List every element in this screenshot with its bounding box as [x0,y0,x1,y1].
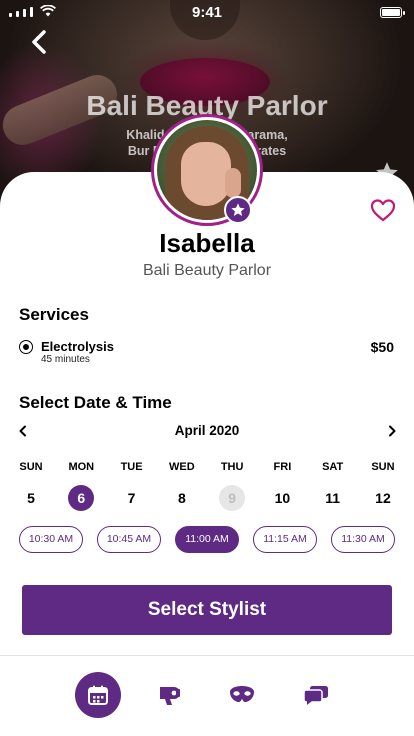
service-duration: 45 minutes [41,354,90,365]
day-column: FRI 10 [257,461,307,511]
favorite-button[interactable] [370,198,396,222]
hair-dryer-icon [160,687,180,705]
time-slot-list: 10:30 AM 10:45 AM 11:00 AM 11:15 AM 11:3… [19,526,395,553]
time-slot-selected[interactable]: 11:00 AM [175,526,239,553]
service-name[interactable]: Electrolysis [41,339,114,354]
weekday-label: FRI [273,461,292,473]
day-column: SUN 5 [6,461,56,511]
battery-icon [380,7,405,18]
time-slot[interactable]: 10:30 AM [19,526,83,553]
time-slot[interactable]: 11:15 AM [253,526,317,553]
nav-calendar[interactable] [75,672,121,718]
date-option[interactable]: 7 [119,485,145,511]
day-column: WED 8 [157,461,207,511]
stylist-photo-hand [225,168,241,198]
day-column: SAT 11 [308,461,358,511]
weekday-label: SUN [371,461,395,473]
day-column: MON 6 [56,461,106,511]
status-bar: 9:41 [0,0,414,26]
date-option[interactable]: 11 [320,485,346,511]
select-stylist-button[interactable]: Select Stylist [22,585,392,635]
status-time: 9:41 [191,4,223,21]
day-column: THU 9 [207,461,257,511]
nav-messages[interactable] [293,672,339,718]
date-option[interactable]: 8 [169,485,195,511]
date-time-heading: Select Date & Time [19,393,172,412]
weekday-label: SUN [19,461,43,473]
date-picker: SUN 5 MON 6 TUE 7 WED 8 THU 9 FRI 10 SAT… [6,461,408,511]
stylist-photo-face [181,142,231,206]
services-heading: Services [19,305,89,324]
next-month-button[interactable] [385,424,399,438]
weekday-label: TUE [120,461,143,473]
nav-hair-services[interactable] [147,672,193,718]
back-button[interactable] [24,26,54,58]
chat-icon [303,686,328,705]
nav-spa[interactable] [219,672,265,718]
date-option[interactable]: 12 [370,485,396,511]
eye-mask-icon [230,686,254,702]
star-icon [231,203,245,216]
month-label: April 2020 [174,423,240,438]
weekday-label: THU [220,461,244,473]
date-option[interactable]: 5 [18,485,44,511]
weekday-label: SAT [322,461,344,473]
calendar-icon [88,685,108,705]
service-radio-electrolysis[interactable] [19,340,33,354]
date-option[interactable]: 10 [269,485,295,511]
stylist-name: Isabella [159,228,255,258]
weekday-label: MON [68,461,95,473]
date-option-selected[interactable]: 6 [68,485,95,511]
time-slot[interactable]: 11:30 AM [331,526,395,553]
time-slot[interactable]: 10:45 AM [97,526,161,553]
day-column: SUN 12 [358,461,408,511]
stylist-salon-name: Bali Beauty Parlor [142,262,272,279]
bottom-nav [0,656,414,736]
day-column: TUE 7 [107,461,157,511]
weekday-label: WED [169,461,195,473]
top-rated-badge [224,196,252,224]
service-price: $50 [370,339,394,355]
date-option-disabled: 9 [219,485,246,511]
